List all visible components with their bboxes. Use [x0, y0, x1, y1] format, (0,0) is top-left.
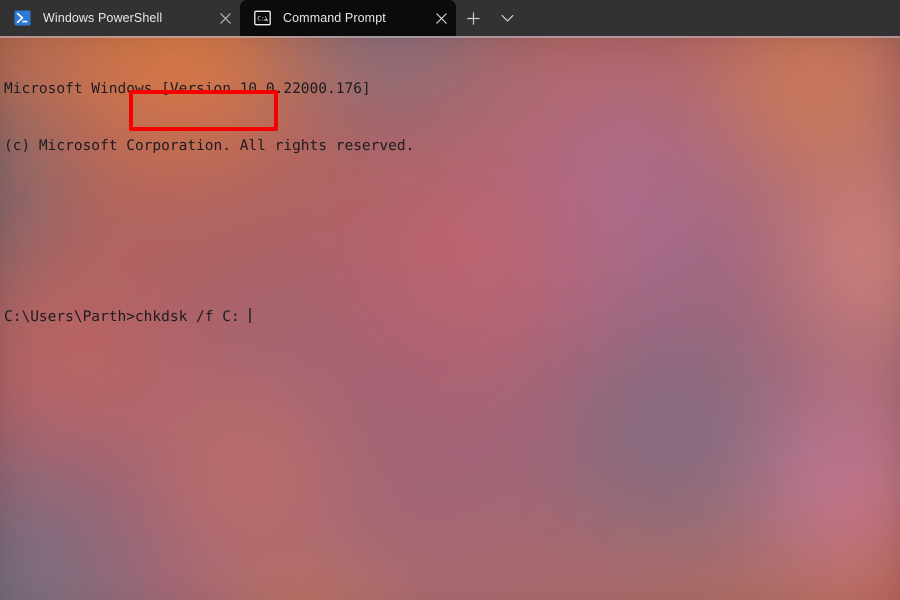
tab-command-prompt[interactable]: C:\ Command Prompt: [240, 0, 456, 36]
new-tab-button[interactable]: [456, 0, 490, 36]
terminal-output: Microsoft Windows [Version 10.0.22000.17…: [0, 36, 900, 365]
prompt-path: C:\Users\Parth>: [4, 309, 135, 325]
tab-label-command-prompt: Command Prompt: [283, 11, 386, 25]
terminal-prompt-line[interactable]: C:\Users\Parth>chkdsk /f C:: [4, 308, 900, 327]
tab-dropdown-button[interactable]: [490, 0, 524, 36]
prompt-command: chkdsk /f C:: [134, 309, 249, 325]
tab-bar-underline: [0, 36, 900, 38]
tab-close-command-prompt[interactable]: [426, 0, 456, 36]
command-prompt-icon: C:\: [254, 10, 271, 26]
text-cursor: [249, 308, 251, 323]
plus-icon: [466, 11, 480, 25]
svg-text:C:\: C:\: [257, 16, 268, 23]
terminal-line-copyright: (c) Microsoft Corporation. All rights re…: [4, 138, 415, 154]
terminal-line-blank-2: [4, 251, 900, 270]
terminal-line-version: Microsoft Windows [Version 10.0.22000.17…: [4, 81, 371, 97]
tab-label-powershell: Windows PowerShell: [43, 11, 163, 25]
tab-close-powershell[interactable]: [210, 0, 240, 36]
terminal-line-blank-1: [4, 194, 900, 213]
chevron-down-icon: [501, 14, 513, 22]
tab-windows-powershell[interactable]: Windows PowerShell: [0, 0, 240, 36]
terminal-body[interactable]: Microsoft Windows [Version 10.0.22000.17…: [0, 36, 900, 600]
powershell-icon: [14, 10, 31, 26]
tab-bar: Windows PowerShell C:\ Command Prompt: [0, 0, 900, 36]
terminal-window: Windows PowerShell C:\ Command Prompt Mi…: [0, 0, 900, 600]
